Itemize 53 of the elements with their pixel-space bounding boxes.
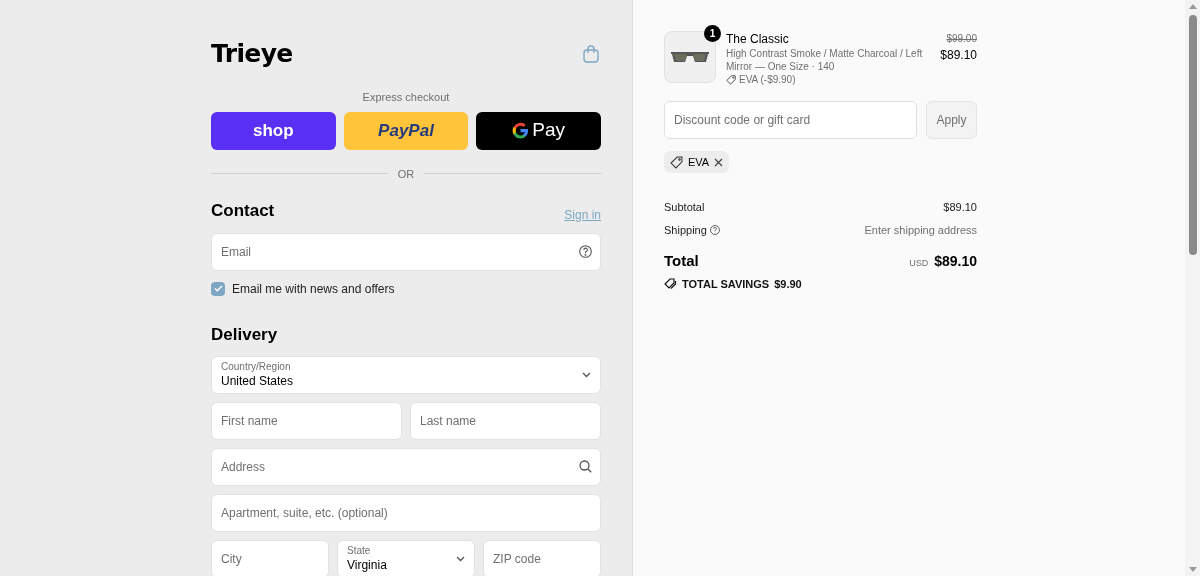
field-label: Country/Region [221, 361, 292, 374]
scrollbar[interactable] [1185, 0, 1200, 576]
summary-value: $89.10 [943, 200, 977, 215]
select-field[interactable]: State Virginia [337, 540, 475, 576]
section-label: Express checkout [361, 90, 451, 105]
summary-value: Enter shipping address [864, 222, 977, 238]
shop-pay-button[interactable]: shop [211, 111, 336, 150]
savings-label: TOTAL SAVINGS [682, 276, 770, 292]
tag-icon [726, 74, 736, 85]
apply-button[interactable]: Apply [926, 101, 977, 139]
input-field[interactable]: First name [211, 402, 402, 440]
savings-value: $9.90 [774, 276, 802, 292]
tag-icon [670, 155, 683, 169]
original-price: $99.00 [946, 32, 977, 46]
total-value: $89.10 [934, 251, 977, 271]
checkbox[interactable] [211, 281, 225, 296]
input-field[interactable]: Last name [410, 402, 601, 440]
divider-label: OR [397, 166, 415, 182]
input-field[interactable]: Address [211, 448, 601, 486]
google-pay-button[interactable]: Pay [476, 111, 601, 150]
price: $89.10 [940, 47, 977, 64]
brand-logo[interactable]: Trieye [211, 35, 293, 73]
section-heading: Delivery [211, 323, 279, 346]
summary-label: Subtotal [664, 200, 705, 215]
field-value: United States [221, 373, 295, 389]
help-icon[interactable] [579, 244, 592, 258]
quantity-badge: 1 [704, 25, 721, 42]
chip-label: EVA [688, 154, 710, 170]
product-name: The Classic [726, 31, 790, 47]
input-field[interactable]: ZIP code [483, 540, 601, 576]
google-g-icon [512, 122, 530, 139]
discount-code-field[interactable]: Discount code or gift card [664, 101, 917, 139]
summary-label: Shipping [664, 222, 707, 238]
select-field[interactable]: Country/Region United States [211, 356, 601, 394]
field-label: State [347, 545, 372, 558]
paypal-button[interactable]: PayPal [343, 111, 469, 150]
section-heading: Contact [211, 200, 275, 222]
discount-label: EVA (-$9.90) [739, 73, 796, 86]
currency-label: USD [909, 256, 929, 270]
field-value: Virginia [347, 557, 388, 573]
chevron-down-icon [582, 372, 591, 378]
search-icon[interactable] [579, 460, 592, 473]
help-icon[interactable] [709, 224, 720, 235]
sunglasses-icon [670, 50, 710, 64]
chevron-down-icon [456, 556, 465, 562]
input-field[interactable]: Apartment, suite, etc. (optional) [211, 494, 601, 532]
product-variant: High Contrast Smoke / Matte Charcoal / Left Mirror — One Size · 140 [726, 47, 924, 73]
tags-icon [664, 277, 677, 290]
input-field[interactable]: Email [211, 232, 601, 271]
total-label: Total [664, 251, 699, 271]
input-field[interactable]: City [211, 540, 329, 576]
close-icon[interactable] [714, 157, 724, 167]
checkbox-label: Email me with news and offers [232, 280, 395, 298]
